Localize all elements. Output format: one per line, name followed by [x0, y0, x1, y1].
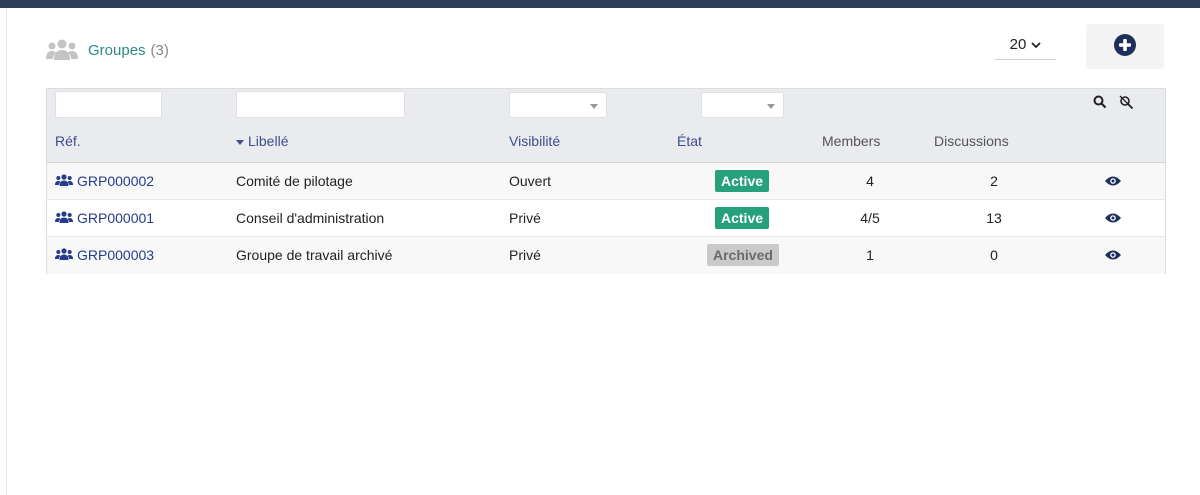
group-ref: GRP000001	[77, 210, 155, 226]
status-badge: Active	[715, 170, 770, 192]
group-discussions: 2	[990, 173, 998, 189]
group-ref: GRP000003	[77, 247, 155, 263]
clear-filter-icon[interactable]	[1119, 95, 1134, 113]
column-header-visibilite[interactable]: Visibilité	[509, 133, 560, 149]
chevron-down-icon	[1031, 36, 1041, 53]
status-badge: Active	[715, 207, 770, 229]
group-visibilite: Privé	[509, 210, 541, 226]
group-libelle: Comité de pilotage	[236, 173, 353, 189]
page-title-text: Groupes	[88, 41, 146, 59]
group-libelle: Conseil d'administration	[236, 210, 385, 226]
group-members: 1	[866, 247, 874, 263]
group-discussions: 13	[986, 210, 1002, 226]
search-icon[interactable]	[1093, 95, 1107, 112]
group-ref: GRP000002	[77, 173, 155, 189]
filter-libelle-input[interactable]	[236, 91, 405, 118]
group-libelle: Groupe de travail archivé	[236, 247, 393, 263]
table-row: GRP000002 Comité de pilotage Ouvert Acti…	[47, 163, 1165, 200]
top-bar	[0, 0, 1200, 8]
users-icon	[55, 237, 77, 273]
column-header-libelle-label: Libellé	[248, 133, 289, 149]
users-icon	[55, 200, 77, 236]
table-header: Réf. Libellé Visibilité État Members Dis…	[47, 89, 1165, 163]
group-members: 4	[866, 173, 874, 189]
users-group-icon	[46, 39, 78, 61]
left-divider	[6, 8, 7, 495]
table-row: GRP000003 Groupe de travail archivé Priv…	[47, 237, 1165, 274]
group-discussions: 0	[990, 247, 998, 263]
column-header-etat[interactable]: État	[677, 133, 702, 149]
groups-table: Réf. Libellé Visibilité État Members Dis…	[46, 88, 1166, 274]
group-visibilite: Ouvert	[509, 173, 552, 189]
filter-etat-select[interactable]	[701, 92, 784, 118]
group-ref-link[interactable]: GRP000002	[55, 163, 154, 199]
eye-icon[interactable]	[1105, 211, 1121, 227]
eye-icon[interactable]	[1105, 248, 1121, 264]
filter-ref-input[interactable]	[55, 91, 162, 118]
table-row: GRP000001 Conseil d'administration Privé…	[47, 200, 1165, 237]
group-members: 4/5	[860, 210, 880, 226]
page-size-value: 20	[1009, 36, 1027, 53]
group-count: (3)	[150, 41, 169, 59]
users-icon	[55, 163, 77, 199]
column-header-members: Members	[822, 133, 881, 149]
group-visibilite: Privé	[509, 247, 541, 263]
sort-desc-icon	[236, 139, 244, 145]
column-header-libelle[interactable]: Libellé	[236, 133, 288, 149]
page-title: Groupes (3)	[46, 36, 169, 64]
status-badge: Archived	[707, 244, 779, 266]
page-size-select[interactable]: 20	[995, 30, 1056, 60]
column-header-discussions: Discussions	[934, 133, 1009, 149]
plus-circle-icon	[1114, 34, 1136, 59]
eye-icon[interactable]	[1105, 174, 1121, 190]
group-ref-link[interactable]: GRP000003	[55, 237, 154, 273]
filter-visibilite-select[interactable]	[509, 92, 607, 118]
add-group-button[interactable]	[1086, 24, 1164, 69]
column-header-ref[interactable]: Réf.	[55, 133, 81, 149]
group-ref-link[interactable]: GRP000001	[55, 200, 154, 236]
